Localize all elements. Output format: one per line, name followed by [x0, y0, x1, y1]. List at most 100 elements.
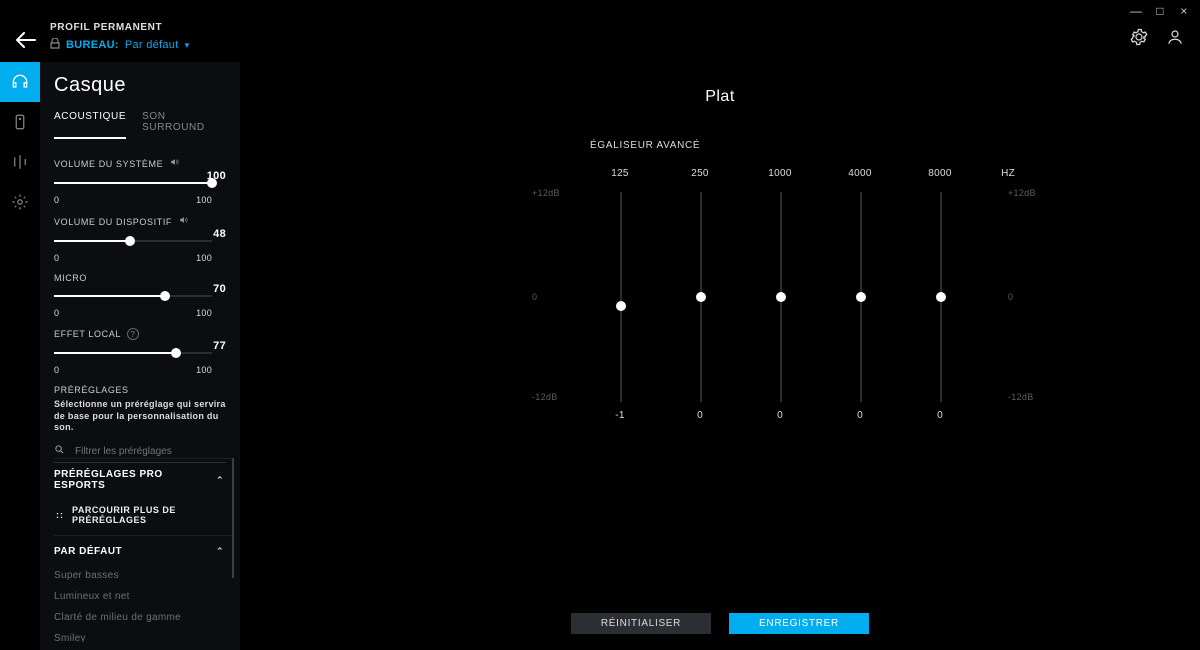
db-label: -12dB [1008, 392, 1034, 402]
slider-track[interactable]: 100 [54, 176, 226, 194]
preset-item[interactable]: Super basses [54, 565, 234, 586]
slider-value: 48 [213, 228, 226, 240]
db-label: 0 [532, 292, 537, 302]
settings-icon[interactable] [1130, 28, 1148, 51]
slider-label: VOLUME DU DISPOSITIF [54, 215, 226, 228]
slider-value: 70 [213, 283, 226, 295]
slider-thumb[interactable] [171, 348, 181, 358]
slider-track[interactable]: 77 [54, 346, 226, 364]
eq-freq-label: 1000 [768, 168, 791, 179]
eq-freq-label: 8000 [928, 168, 951, 179]
slider-max: 100 [196, 253, 212, 263]
eq-band-value: 0 [857, 410, 863, 421]
hz-label: HZ [1001, 168, 1015, 179]
grid-icon: :: [56, 510, 64, 520]
presets-label: PRÉRÉGLAGES [54, 385, 226, 395]
db-label: 0 [1008, 292, 1013, 302]
slider-1: VOLUME DU DISPOSITIF480100 [54, 215, 226, 263]
slider-max: 100 [196, 365, 212, 375]
slider-label: MICRO [54, 273, 226, 283]
category-label: PAR DÉFAUT [54, 546, 122, 557]
sound-icon [169, 157, 180, 170]
slider-value: 77 [213, 340, 226, 352]
eq-band-thumb[interactable] [616, 301, 626, 311]
close-button[interactable]: × [1178, 4, 1190, 24]
scrollbar[interactable] [232, 458, 234, 578]
search-icon [54, 444, 65, 458]
eq-band-value: 0 [697, 410, 703, 421]
slider-min: 0 [54, 365, 59, 375]
minimize-button[interactable]: — [1130, 4, 1142, 24]
slider-max: 100 [196, 308, 212, 318]
user-icon[interactable] [1166, 28, 1184, 51]
eq-freq-label: 4000 [848, 168, 871, 179]
eq-band-thumb[interactable] [856, 292, 866, 302]
eq-band-value: -1 [615, 410, 625, 421]
eq-label: ÉGALISEUR AVANCÉ [590, 140, 700, 151]
eq-band-thumb[interactable] [696, 292, 706, 302]
tabs: ACOUSTIQUE SON SURROUND [54, 111, 226, 139]
page-title: Casque [54, 74, 226, 97]
preset-item[interactable]: Smiley [54, 628, 234, 642]
preset-item[interactable]: Clarté de milieu de gamme [54, 607, 234, 628]
slider-max: 100 [196, 195, 212, 205]
rail-device[interactable] [0, 102, 40, 142]
tab-surround[interactable]: SON SURROUND [142, 111, 226, 139]
profile-label: PROFIL PERMANENT [50, 22, 162, 33]
back-button[interactable] [16, 32, 36, 53]
preset-title: Plat [240, 88, 1200, 106]
category-esports[interactable]: PRÉRÉGLAGES PRO ESPORTS ⌃ [54, 458, 234, 499]
workspace-label: BUREAU: [66, 39, 119, 51]
lock-icon [50, 38, 60, 52]
slider-3: EFFET LOCAL?770100 [54, 328, 226, 375]
eq-band-thumb[interactable] [776, 292, 786, 302]
main-content: Plat ÉGALISEUR AVANCÉ HZ 125 250 1000 4000 8… [240, 62, 1200, 650]
slider-thumb[interactable] [160, 291, 170, 301]
preset-item[interactable]: Lumineux et net [54, 586, 234, 607]
category-label: PRÉRÉGLAGES PRO ESPORTS [54, 469, 216, 491]
presets-help: Sélectionne un préréglage qui servira de… [54, 399, 226, 434]
preset-list: PRÉRÉGLAGES PRO ESPORTS ⌃ :: PARCOURIR P… [54, 458, 234, 642]
save-button[interactable]: ENREGISTRER [729, 613, 869, 634]
sound-icon [178, 215, 189, 228]
side-rail [0, 62, 40, 222]
eq-freq-label: 125 [611, 168, 629, 179]
slider-min: 0 [54, 195, 59, 205]
slider-label: EFFET LOCAL? [54, 328, 226, 340]
workspace-value: Par défaut [125, 39, 179, 51]
slider-track[interactable]: 70 [54, 289, 226, 307]
slider-min: 0 [54, 253, 59, 263]
browse-more-presets[interactable]: :: PARCOURIR PLUS DE PRÉRÉGLAGES [54, 499, 234, 535]
slider-thumb[interactable] [125, 236, 135, 246]
equalizer: HZ 125250100040008000 +12dB 0 -12dB +12d… [580, 168, 1000, 428]
slider-label: VOLUME DU SYSTÈME [54, 157, 226, 170]
rail-equalizer[interactable] [0, 142, 40, 182]
db-label: -12dB [532, 392, 558, 402]
slider-2: MICRO700100 [54, 273, 226, 318]
db-label: +12dB [532, 188, 560, 198]
reset-button[interactable]: RÉINITIALISER [571, 613, 711, 634]
eq-band-thumb[interactable] [936, 292, 946, 302]
slider-value: 100 [207, 170, 226, 182]
slider-min: 0 [54, 308, 59, 318]
db-label: +12dB [1008, 188, 1036, 198]
browse-label: PARCOURIR PLUS DE PRÉRÉGLAGES [72, 505, 234, 525]
sidebar: Casque ACOUSTIQUE SON SURROUND VOLUME DU… [40, 62, 240, 650]
slider-0: VOLUME DU SYSTÈME1000100 [54, 157, 226, 205]
preset-search-input[interactable] [73, 445, 226, 458]
window-controls: — □ × [1130, 0, 1200, 24]
tab-acoustic[interactable]: ACOUSTIQUE [54, 111, 126, 139]
rail-lighting[interactable] [0, 182, 40, 222]
maximize-button[interactable]: □ [1154, 4, 1166, 24]
chevron-down-icon: ▾ [185, 40, 190, 51]
slider-track[interactable]: 48 [54, 234, 226, 252]
eq-band-value: 0 [777, 410, 783, 421]
eq-freq-label: 250 [691, 168, 709, 179]
rail-headset[interactable] [0, 62, 40, 102]
footer-buttons: RÉINITIALISER ENREGISTRER [240, 613, 1200, 634]
category-default[interactable]: PAR DÉFAUT ⌃ [54, 535, 234, 565]
eq-band-track[interactable] [620, 192, 622, 402]
workspace-selector[interactable]: BUREAU: Par défaut ▾ [50, 38, 189, 52]
help-icon[interactable]: ? [127, 328, 139, 340]
eq-band-value: 0 [937, 410, 943, 421]
